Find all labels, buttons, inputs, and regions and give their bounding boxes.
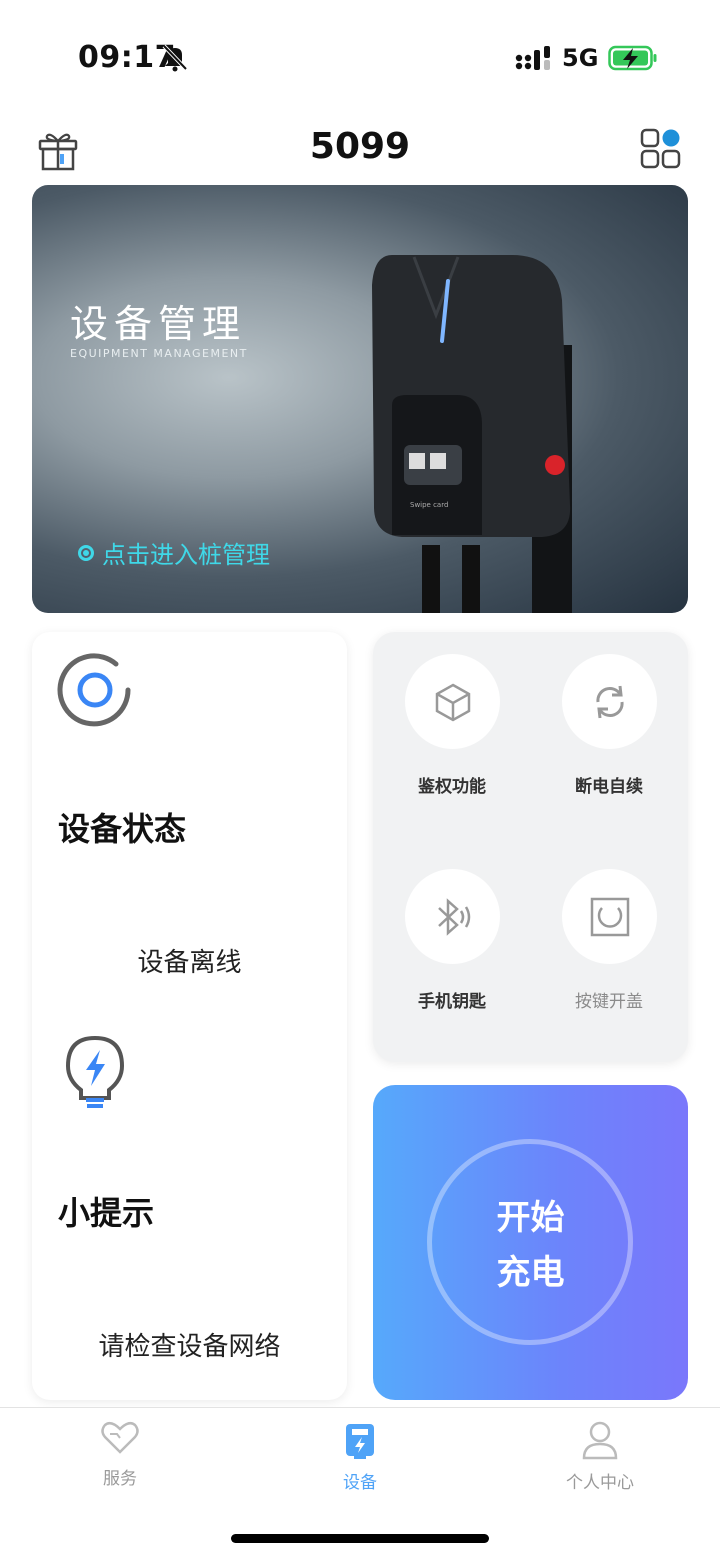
function-button-lid[interactable]: 按键开盖 <box>530 847 688 1047</box>
lightbulb-icon <box>65 1035 125 1108</box>
function-panel: 鉴权功能 断电自续 手机钥匙 按键开盖 <box>373 632 688 1062</box>
function-button-lid-button[interactable] <box>562 869 657 964</box>
device-status-value: 设备离线 <box>137 948 242 978</box>
tab-service[interactable]: 服务 <box>0 1420 240 1489</box>
bluetooth-icon <box>437 897 470 936</box>
tab-profile-label: 个人中心 <box>566 1473 634 1493</box>
device-status-card: 设备状态 设备离线 小提示 请检查设备网络 <box>32 632 347 1400</box>
banner-link-label: 点击进入桩管理 <box>102 541 270 569</box>
start-charging-button[interactable]: 开始 充电 <box>373 1085 688 1400</box>
power-status-icon <box>57 653 131 727</box>
tip-heading: 小提示 <box>58 1194 155 1232</box>
cube-icon <box>435 683 470 721</box>
tab-device-label: 设备 <box>343 1473 377 1493</box>
apps-grid-icon[interactable] <box>640 128 682 170</box>
lid-icon <box>590 897 629 936</box>
banner-title: 设备管理 <box>70 302 247 346</box>
start-charging-label: 开始 充电 <box>373 1191 688 1301</box>
function-power-resume[interactable]: 断电自续 <box>530 632 688 832</box>
battery-charging-icon <box>608 45 657 71</box>
enter-pile-management-link[interactable]: 点击进入桩管理 <box>78 535 270 570</box>
charger-icon <box>346 1424 374 1459</box>
refresh-icon <box>595 685 624 718</box>
banner-subtitle: EQUIPMENT MANAGEMENT <box>70 347 248 360</box>
ev-charger-image: Swipe card <box>372 255 572 613</box>
tab-profile[interactable]: 个人中心 <box>480 1420 720 1493</box>
person-icon <box>582 1421 618 1460</box>
function-auth-button[interactable] <box>405 654 500 749</box>
function-power-resume-button[interactable] <box>562 654 657 749</box>
function-phone-key[interactable]: 手机钥匙 <box>373 847 531 1047</box>
tab-service-label: 服务 <box>103 1469 137 1489</box>
function-phone-key-button[interactable] <box>405 869 500 964</box>
home-indicator <box>231 1534 489 1543</box>
function-auth[interactable]: 鉴权功能 <box>373 632 531 832</box>
device-status-heading: 设备状态 <box>58 810 187 848</box>
function-label: 鉴权功能 <box>418 777 486 797</box>
charge-label-line2: 充电 <box>496 1253 565 1293</box>
network-type: 5G <box>562 44 599 72</box>
signal-icon <box>515 46 550 70</box>
radio-dot-icon <box>78 544 94 561</box>
function-label: 断电自续 <box>575 777 643 797</box>
function-label: 按键开盖 <box>575 992 643 1012</box>
charge-label-line1: 开始 <box>496 1198 565 1238</box>
charger-qr-caption: Swipe card <box>410 501 448 509</box>
tip-value: 请检查设备网络 <box>98 1332 281 1362</box>
tab-device[interactable]: 设备 <box>240 1420 480 1493</box>
function-label: 手机钥匙 <box>418 992 486 1012</box>
equipment-management-banner[interactable]: 设备管理 EQUIPMENT MANAGEMENT Swipe card 点击进… <box>32 185 688 613</box>
heart-icon <box>101 1421 139 1454</box>
mute-bell-icon <box>162 44 188 72</box>
page-title: 5099 <box>309 126 411 167</box>
